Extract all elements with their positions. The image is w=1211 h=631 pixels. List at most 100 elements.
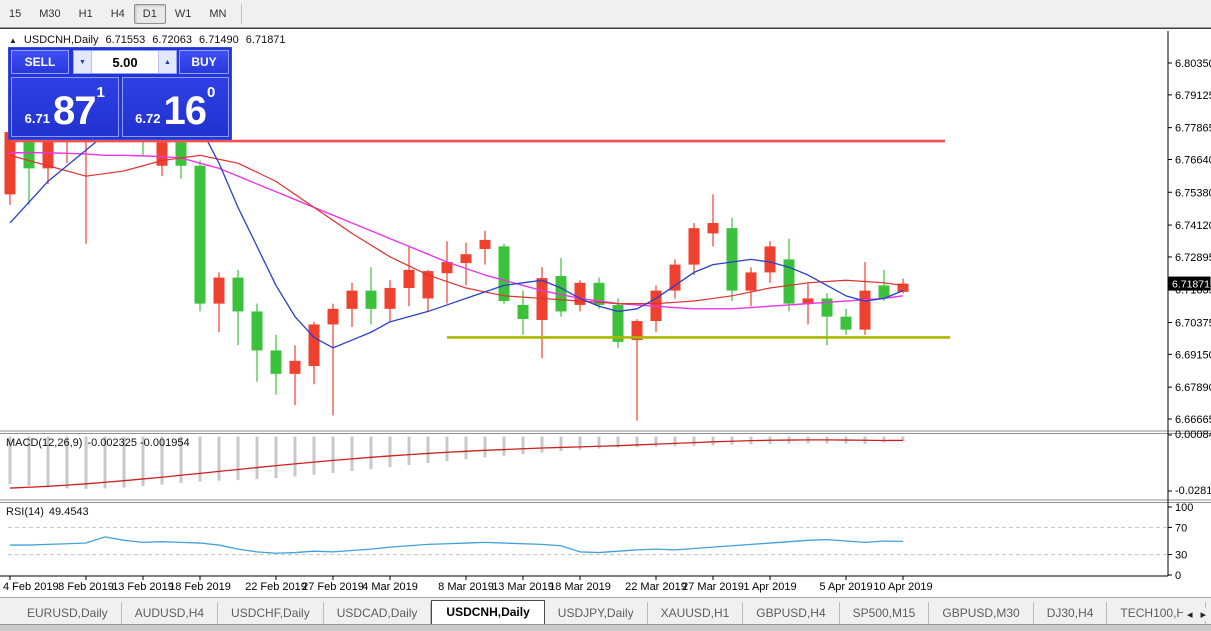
candle-body-20-feb	[232, 277, 244, 312]
candle-body-14-feb	[156, 142, 168, 166]
chart-header: ▲ USDCNH,Daily 6.71553 6.72063 6.71490 6…	[9, 34, 286, 46]
trading-terminal: { "toolbar": { "timeframes": [ {"label":…	[0, 0, 1211, 631]
svg-text:0: 0	[1175, 570, 1181, 582]
timeframe-toolbar: 15 M30 H1 H4 D1 W1 MN	[0, 0, 1211, 28]
svg-text:5 Apr 2019: 5 Apr 2019	[819, 581, 872, 593]
macd-label: MACD(12,26,9)	[6, 437, 83, 449]
moving-averages	[9, 113, 904, 349]
ohlc-high: 6.72063	[152, 34, 193, 46]
svg-text:6.67890: 6.67890	[1175, 382, 1211, 394]
tab-usdcnh-daily[interactable]: USDCNH,Daily	[431, 600, 545, 625]
tab-uko[interactable]: UKO	[1206, 602, 1211, 625]
tab-dj30-h4[interactable]: DJ30,H4	[1034, 602, 1108, 625]
svg-text:1 Apr 2019: 1 Apr 2019	[743, 581, 796, 593]
svg-text:6.71871: 6.71871	[1172, 279, 1210, 291]
svg-text:22 Mar 2019: 22 Mar 2019	[625, 581, 687, 593]
candle-body-11-mar	[479, 239, 491, 249]
svg-text:6.79125: 6.79125	[1175, 90, 1211, 102]
svg-text:6.70375: 6.70375	[1175, 317, 1211, 329]
svg-text:6.80350: 6.80350	[1175, 58, 1211, 70]
timeframe-mn[interactable]: MN	[200, 4, 235, 24]
candle-body-8-apr	[859, 290, 871, 330]
tabbar-bottom-strip	[0, 624, 1211, 631]
candle-body-4-apr	[821, 298, 833, 317]
volume-input[interactable]	[92, 51, 158, 73]
tab-sp500-m15[interactable]: SP500,M15	[840, 602, 930, 625]
sell-price-big: 87	[52, 89, 96, 133]
rsi-line	[10, 536, 904, 554]
ma-fast-line	[9, 113, 904, 349]
timeframe-d1[interactable]: D1	[133, 3, 166, 24]
candle-body-1-apr	[764, 246, 776, 273]
sell-button[interactable]: SELL	[11, 50, 69, 74]
svg-text:-0.028124: -0.028124	[1175, 485, 1211, 497]
ohlc-low: 6.71490	[199, 34, 239, 46]
candle-body-5-apr	[840, 316, 852, 330]
svg-text:13 Feb 2019: 13 Feb 2019	[112, 581, 174, 593]
current-price-tag: 6.71871	[1168, 276, 1211, 291]
candle-body-26-mar	[688, 228, 700, 265]
svg-text:100: 100	[1175, 502, 1193, 514]
tab-audusd-h4[interactable]: AUDUSD,H4	[122, 602, 219, 625]
svg-text:6.66665: 6.66665	[1175, 414, 1211, 426]
candle-body-6-feb	[42, 139, 54, 169]
tab-gbpusd-m30[interactable]: GBPUSD,M30	[929, 602, 1034, 625]
sell-price-small: 6.71	[24, 111, 50, 126]
rsi-value: 49.4543	[48, 506, 89, 518]
candle-body-21-feb	[251, 311, 263, 351]
candle-body-1-mar	[365, 290, 377, 309]
symbol-tabbar: EURUSD,Daily AUDUSD,H4 USDCHF,Daily USDCAD,…	[0, 597, 1211, 631]
tab-scroll-right-icon[interactable]: ▸	[1200, 608, 1206, 621]
candle-body-13-mar	[517, 304, 529, 319]
macd-values: -0.002325 -0.001954	[87, 437, 190, 449]
candle-body-5-mar	[403, 269, 415, 289]
buy-quote[interactable]: 6.72 16 0	[121, 77, 229, 137]
timeframe-h4[interactable]: H4	[102, 4, 134, 24]
chart-window: 6.80350 6.79125 6.77865 6.76640 6.75380 6.741…	[0, 28, 1211, 598]
tab-usdchf-daily[interactable]: USDCHF,Daily	[218, 602, 324, 625]
svg-text:6.74120: 6.74120	[1175, 220, 1211, 232]
timeframe-m30[interactable]: M30	[30, 4, 69, 24]
volume-decrease-button[interactable]: ▼	[74, 51, 92, 73]
tab-usdjpy-daily[interactable]: USDJPY,Daily	[545, 602, 648, 625]
collapse-panel-icon[interactable]: ▲	[9, 36, 17, 45]
buy-button[interactable]: BUY	[179, 50, 229, 74]
buy-price-big: 16	[163, 89, 206, 133]
svg-text:6.69150: 6.69150	[1175, 349, 1211, 361]
svg-text:30: 30	[1175, 550, 1187, 562]
tab-usdcad-daily[interactable]: USDCAD,Daily	[324, 602, 432, 625]
svg-text:0.000849: 0.000849	[1175, 429, 1211, 441]
svg-text:4 Feb 2019: 4 Feb 2019	[3, 581, 59, 593]
sell-quote[interactable]: 6.71 87 1	[11, 77, 119, 137]
volume-increase-button[interactable]: ▲	[158, 51, 176, 73]
buy-price-sup: 0	[206, 84, 216, 101]
one-click-trading-panel: SELL ▼ ▲ BUY 6.71 87 1 6.72 16 0	[8, 47, 232, 140]
tab-gbpusd-h4[interactable]: GBPUSD,H4	[743, 602, 840, 625]
volume-group: ▼ ▲	[73, 50, 177, 74]
timeframe-15[interactable]: 15	[0, 4, 30, 24]
ohlc-open: 6.71553	[105, 34, 146, 46]
candle-body-28-mar	[726, 228, 738, 291]
svg-text:6.77865: 6.77865	[1175, 123, 1211, 135]
candle-body-19-feb	[213, 277, 225, 304]
svg-text:4 Mar 2019: 4 Mar 2019	[362, 581, 418, 593]
time-axis: 4 Feb 2019 8 Feb 201913 Feb 201918 Feb 20…	[0, 575, 1168, 593]
svg-text:27 Feb 2019: 27 Feb 2019	[302, 581, 364, 593]
candle-body-4-mar	[384, 288, 396, 309]
price-axis: 6.80350 6.79125 6.77865 6.76640 6.75380 6.741…	[1167, 31, 1211, 582]
ma-mid-line	[9, 154, 904, 305]
svg-text:22 Feb 2019: 22 Feb 2019	[245, 581, 307, 593]
timeframe-w1[interactable]: W1	[166, 4, 201, 24]
rsi-levels	[8, 526, 1168, 556]
object-lines	[12, 139, 950, 339]
svg-text:27 Mar 2019: 27 Mar 2019	[682, 581, 744, 593]
sell-price-sup: 1	[96, 84, 105, 101]
candle-body-18-feb	[194, 165, 206, 304]
candle-body-15-feb	[175, 142, 187, 166]
tab-eurusd-daily[interactable]: EURUSD,Daily	[14, 602, 122, 625]
tab-xauusd-h1[interactable]: XAUUSD,H1	[648, 602, 744, 625]
buy-price-small: 6.72	[135, 111, 161, 126]
timeframe-h1[interactable]: H1	[70, 4, 102, 24]
tab-scroll-left-icon[interactable]: ◂	[1187, 608, 1193, 621]
svg-text:6.75380: 6.75380	[1175, 187, 1211, 199]
